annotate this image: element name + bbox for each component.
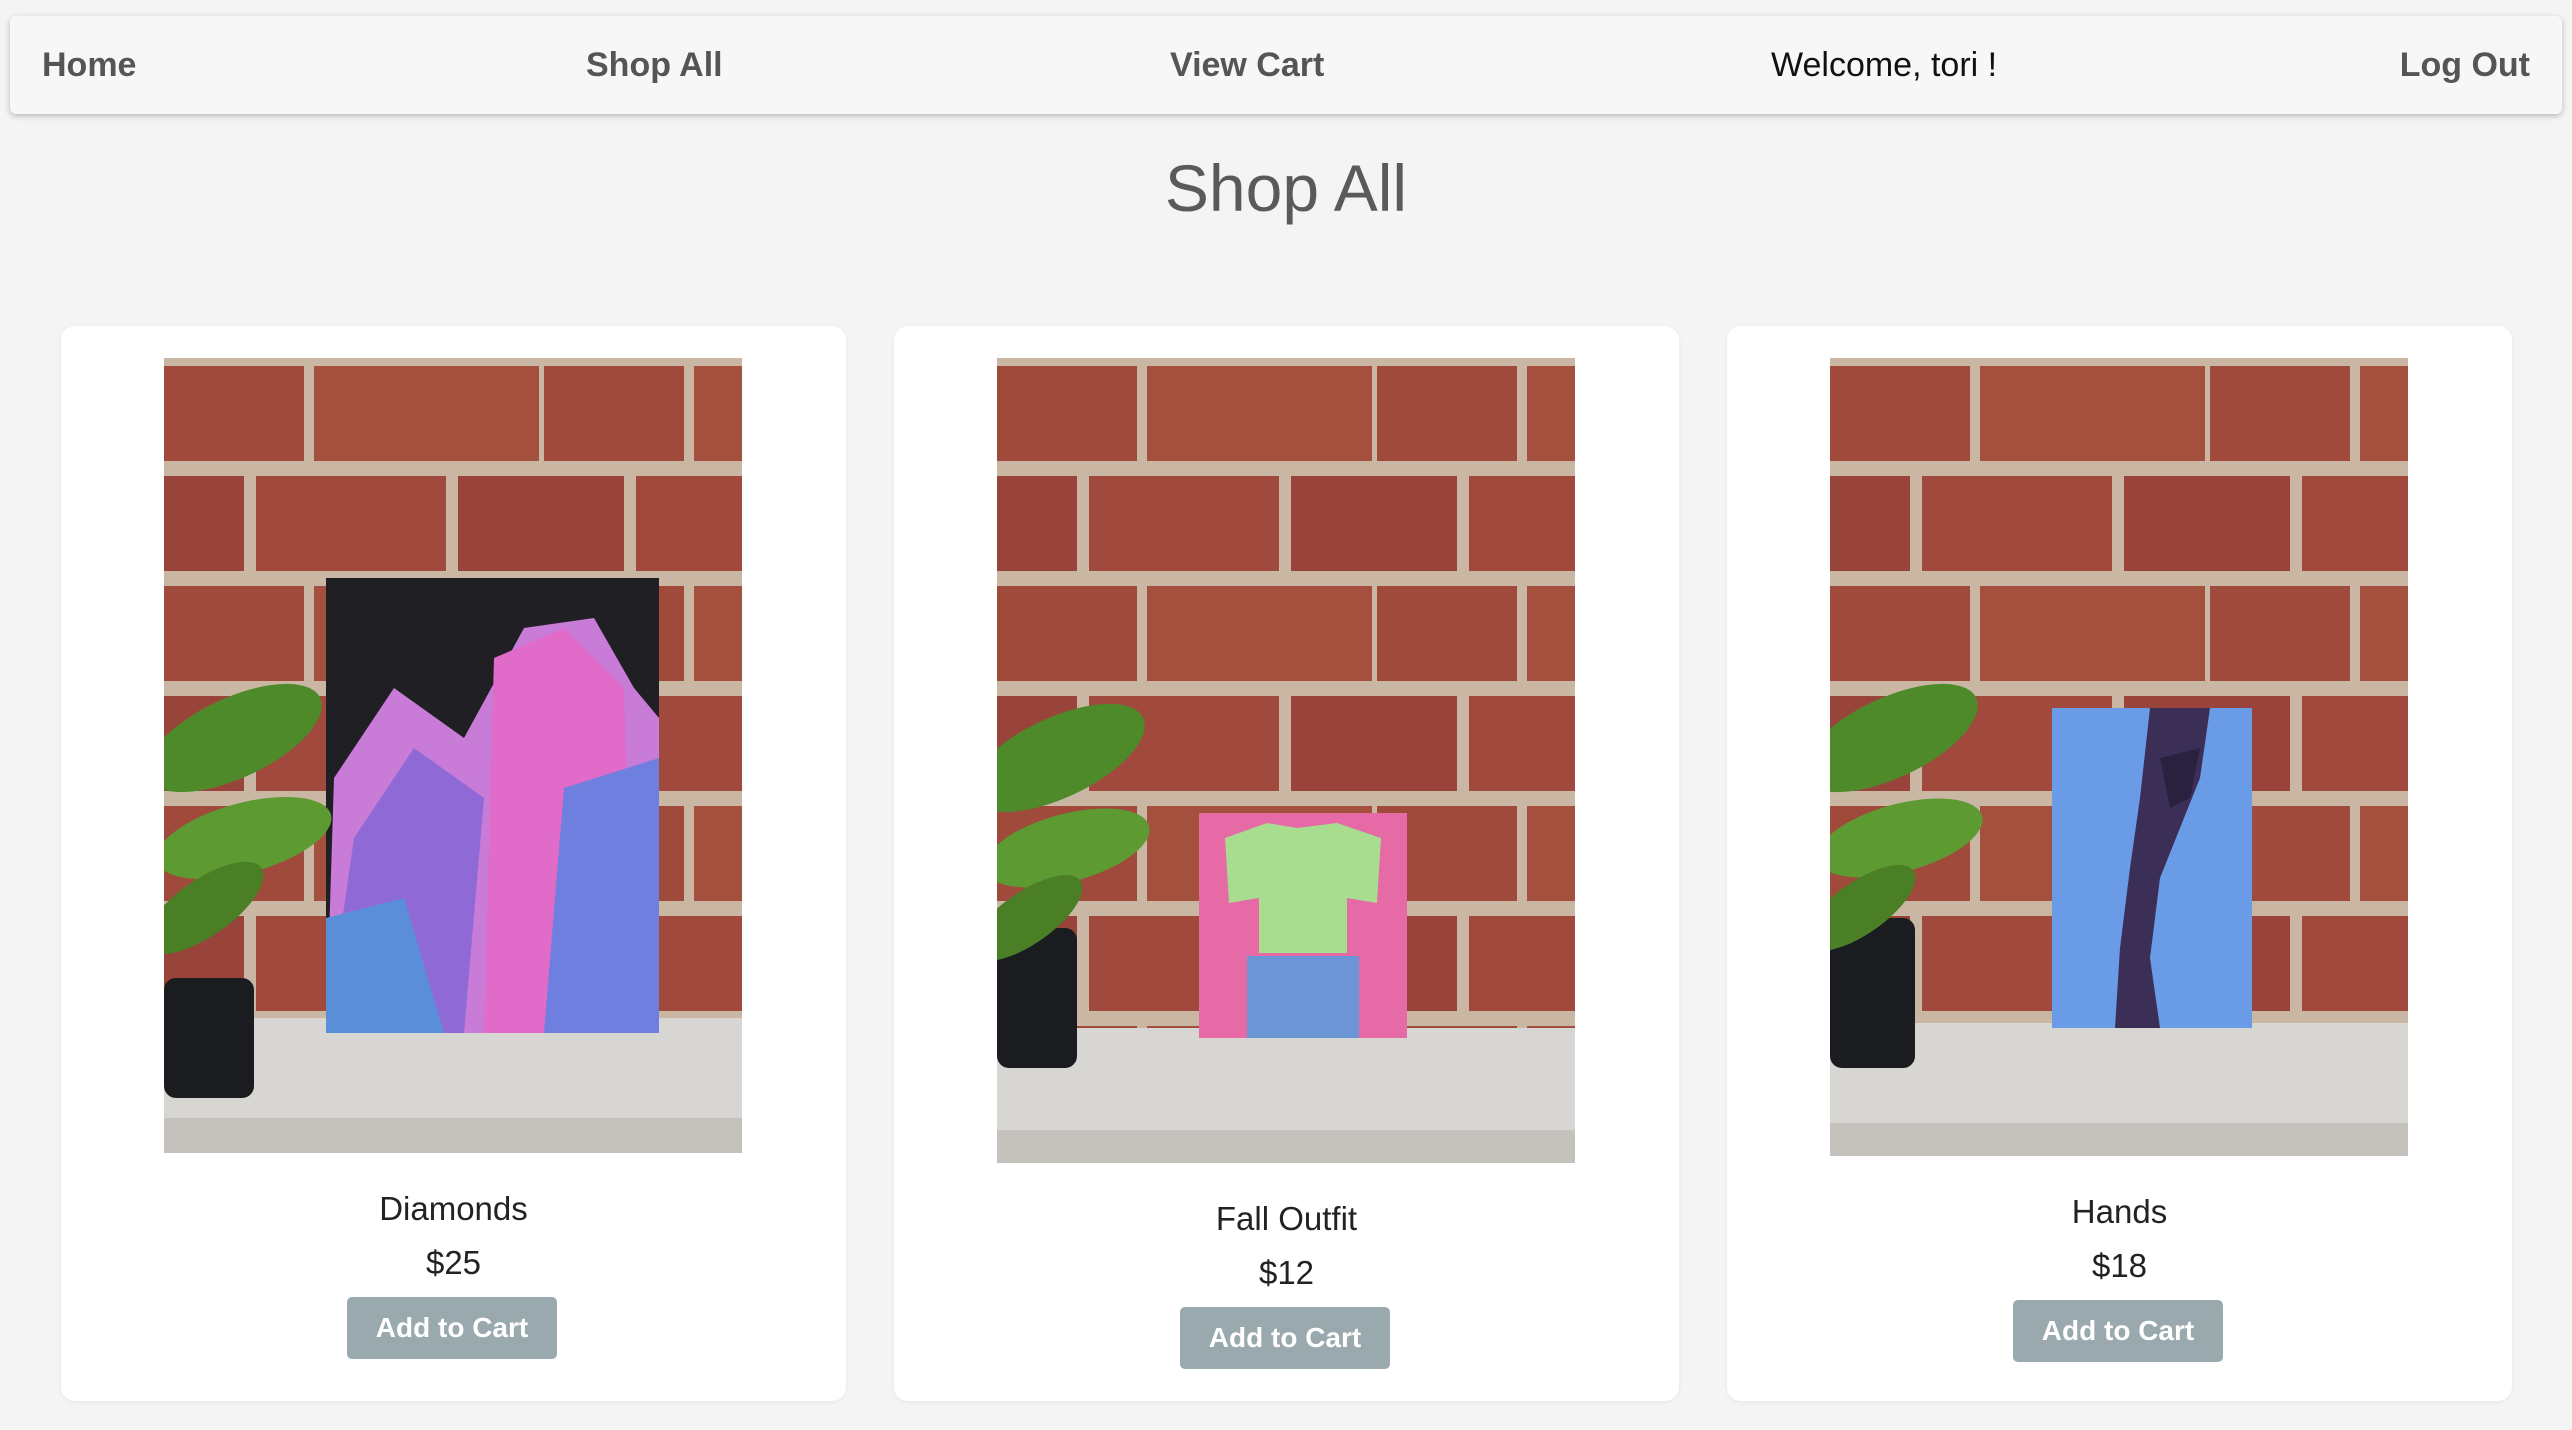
nav-logout-link[interactable]: Log Out — [2400, 16, 2530, 114]
product-card-fall-outfit: Fall Outfit $12 Add to Cart — [894, 326, 1679, 1401]
product-image-hands — [1830, 358, 2408, 1156]
product-image-fall-outfit — [997, 358, 1575, 1163]
product-image-diamonds — [164, 358, 742, 1153]
nav-view-cart-link[interactable]: View Cart — [1170, 16, 1324, 114]
product-price: $18 — [2091, 1247, 2148, 1284]
nav-home-link[interactable]: Home — [42, 16, 136, 114]
hands-artwork-photo — [1830, 358, 2408, 1156]
welcome-message: Welcome, tori ! — [1771, 46, 1998, 84]
product-name: Diamonds — [379, 1190, 528, 1227]
add-to-cart-button[interactable]: Add to Cart — [1180, 1307, 1390, 1369]
nav-shop-all-link[interactable]: Shop All — [586, 16, 723, 114]
product-price: $12 — [1258, 1254, 1315, 1291]
page-title: Shop All — [1164, 151, 1408, 225]
product-card-diamonds: Diamonds $25 Add to Cart — [61, 326, 846, 1401]
product-card-hands: Hands $18 Add to Cart — [1727, 326, 2512, 1401]
product-name: Fall Outfit — [1215, 1200, 1358, 1237]
crystals-artwork-photo — [164, 358, 742, 1153]
product-price: $25 — [425, 1244, 482, 1281]
product-name: Hands — [2071, 1193, 2168, 1230]
top-navbar: Home Shop All View Cart Welcome, tori ! … — [10, 16, 2562, 114]
outfit-artwork-photo — [997, 358, 1575, 1163]
add-to-cart-button[interactable]: Add to Cart — [2013, 1300, 2223, 1362]
add-to-cart-button[interactable]: Add to Cart — [347, 1297, 557, 1359]
